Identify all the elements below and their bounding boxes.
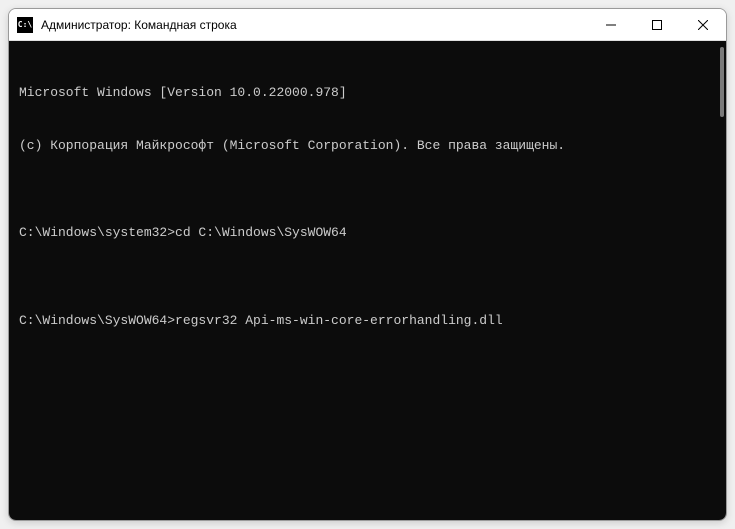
maximize-button[interactable]: [634, 9, 680, 40]
terminal-line: (c) Корпорация Майкрософт (Microsoft Cor…: [19, 137, 716, 155]
cmd-icon: C:\: [17, 17, 33, 33]
maximize-icon: [652, 20, 662, 30]
command-prompt-window: C:\ Администратор: Командная строка Micr…: [8, 8, 727, 521]
titlebar[interactable]: C:\ Администратор: Командная строка: [9, 9, 726, 41]
terminal-line: C:\Windows\system32>cd C:\Windows\SysWOW…: [19, 224, 716, 242]
terminal-output[interactable]: Microsoft Windows [Version 10.0.22000.97…: [9, 41, 726, 520]
minimize-icon: [606, 20, 616, 30]
minimize-button[interactable]: [588, 9, 634, 40]
window-title: Администратор: Командная строка: [41, 18, 588, 32]
window-controls: [588, 9, 726, 40]
terminal-line: C:\Windows\SysWOW64>regsvr32 Api-ms-win-…: [19, 312, 716, 330]
terminal-line: Microsoft Windows [Version 10.0.22000.97…: [19, 84, 716, 102]
close-button[interactable]: [680, 9, 726, 40]
scrollbar-thumb[interactable]: [720, 47, 724, 117]
close-icon: [698, 20, 708, 30]
